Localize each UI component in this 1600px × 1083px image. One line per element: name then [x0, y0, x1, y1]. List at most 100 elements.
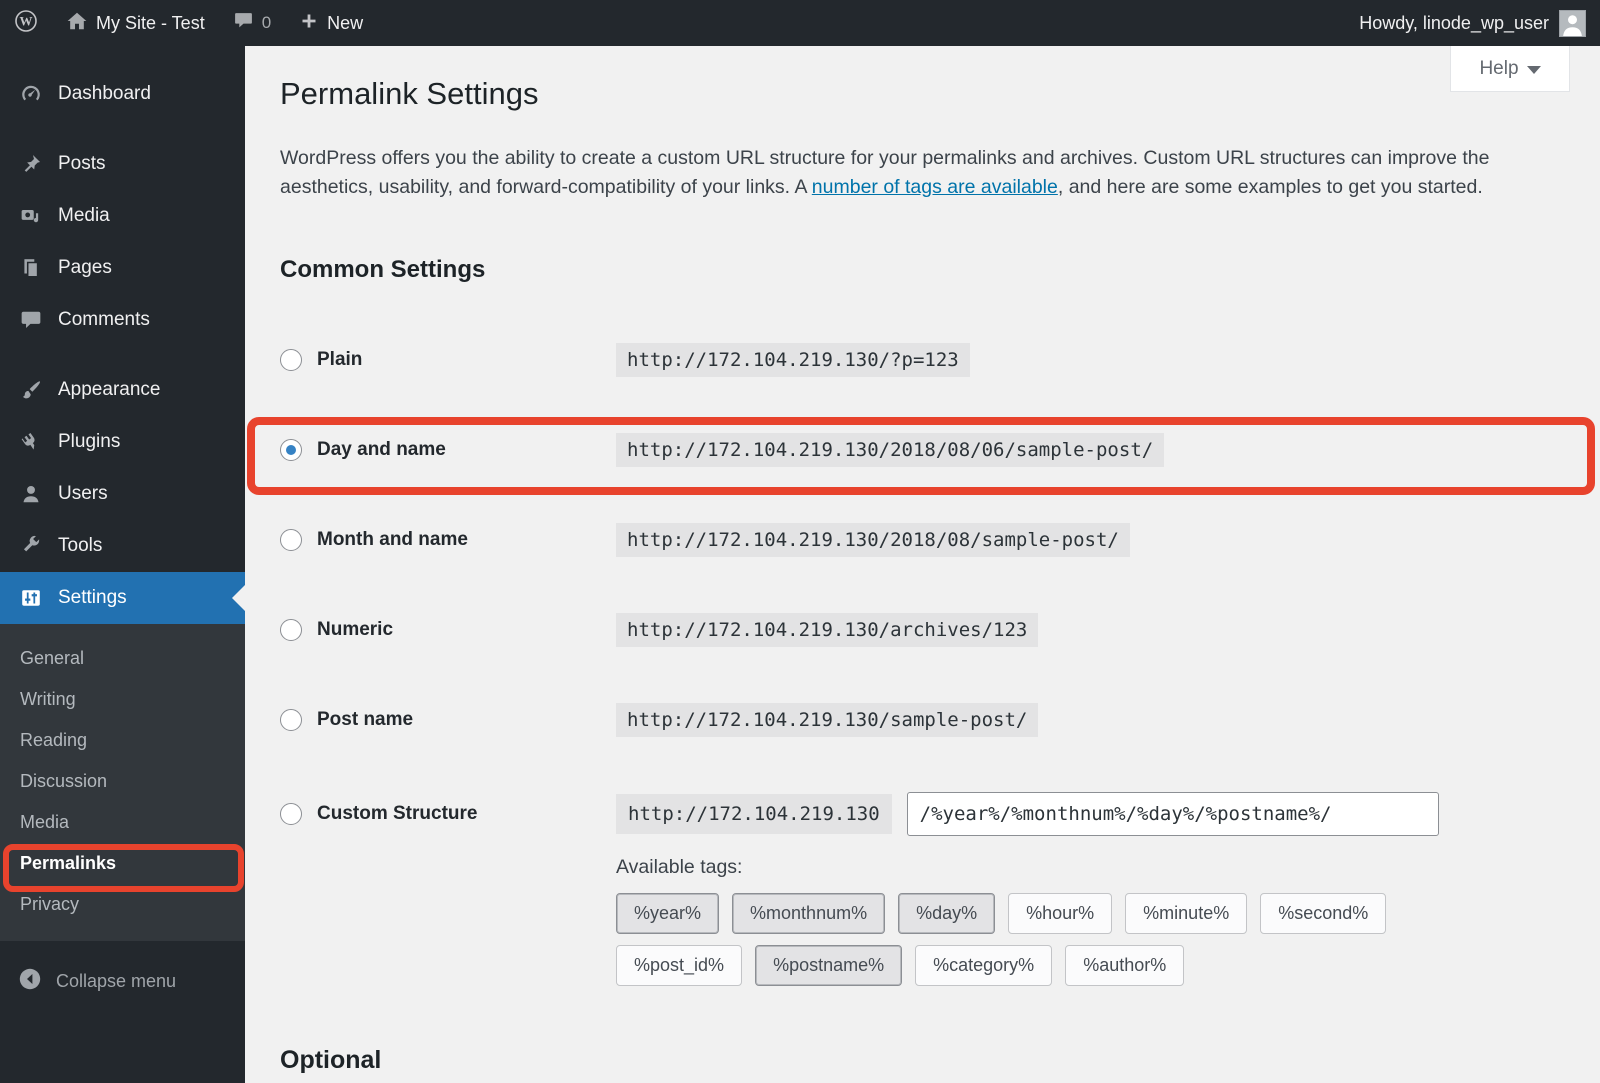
option-label: Day and name — [317, 439, 446, 460]
tag-button-monthnum[interactable]: %monthnum% — [732, 893, 886, 934]
sidebar-item-pages[interactable]: Pages — [0, 242, 245, 294]
admin-bar: W My Site - Test 0 New Howdy, linode_wp_… — [0, 0, 1600, 46]
current-menu-arrow — [232, 585, 245, 611]
comments-bubble-icon — [20, 309, 42, 331]
comment-bubble-icon — [233, 10, 254, 36]
svg-text:W: W — [20, 13, 33, 28]
tag-button-minute[interactable]: %minute% — [1125, 893, 1248, 934]
sidebar-item-label: Tools — [58, 535, 103, 556]
wordpress-logo-menu[interactable]: W — [0, 0, 52, 46]
collapse-menu-button[interactable]: Collapse menu — [0, 951, 245, 1012]
optional-heading: Optional — [280, 1046, 382, 1074]
option-url-example: http://172.104.219.130/2018/08/sample-po… — [616, 523, 1130, 557]
option-row-plain: Plain http://172.104.219.130/?p=123 — [280, 342, 1439, 378]
option-row-numeric: Numeric http://172.104.219.130/archives/… — [280, 612, 1439, 648]
howdy-user[interactable]: Howdy, linode_wp_user — [1359, 13, 1549, 34]
permalink-options: Plain http://172.104.219.130/?p=123 Day … — [280, 342, 1439, 986]
intro-paragraph: WordPress offers you the ability to crea… — [280, 144, 1548, 202]
sidebar-item-label: Dashboard — [58, 83, 151, 104]
sidebar-item-dashboard[interactable]: Dashboard — [0, 68, 245, 120]
sidebar-item-label: Settings — [58, 587, 127, 608]
tag-button-year[interactable]: %year% — [616, 893, 720, 934]
tag-button-category[interactable]: %category% — [915, 945, 1053, 986]
submenu-item-reading[interactable]: Reading — [0, 720, 245, 761]
main-content: Help Permalink Settings WordPress offers… — [245, 46, 1600, 1083]
sidebar-item-label: Comments — [58, 309, 150, 330]
custom-structure-value-col: http://172.104.219.130 Available tags: %… — [616, 792, 1439, 986]
option-row-post-name: Post name http://172.104.219.130/sample-… — [280, 702, 1439, 738]
submenu-item-discussion[interactable]: Discussion — [0, 761, 245, 802]
sidebar-item-posts[interactable]: Posts — [0, 138, 245, 190]
radio-month-and-name[interactable] — [280, 529, 302, 551]
option-row-day-and-name: Day and name http://172.104.219.130/2018… — [280, 432, 1439, 468]
option-url-example: http://172.104.219.130/2018/08/06/sample… — [616, 433, 1165, 467]
tag-button-author[interactable]: %author% — [1065, 945, 1185, 986]
available-tags-label: Available tags: — [616, 856, 743, 878]
sidebar-item-settings[interactable]: Settings — [0, 572, 245, 624]
sidebar-item-label: Pages — [58, 257, 112, 278]
dashboard-gauge-icon — [20, 83, 42, 105]
intro-text-after: , and here are some examples to get you … — [1057, 176, 1483, 198]
option-label: Month and name — [317, 529, 468, 550]
collapse-arrow-icon — [18, 967, 42, 996]
comment-count: 0 — [261, 13, 272, 32]
submenu-item-privacy[interactable]: Privacy — [0, 884, 245, 925]
option-label: Numeric — [317, 619, 394, 640]
new-menu[interactable]: New — [285, 0, 377, 46]
sidebar-item-label: Media — [58, 205, 110, 226]
tag-buttons-row-2: %post_id% %postname% %category% %author% — [616, 945, 1439, 986]
pushpin-icon — [20, 153, 42, 175]
radio-plain[interactable] — [280, 349, 302, 371]
tag-button-day[interactable]: %day% — [898, 893, 996, 934]
user-icon — [20, 483, 42, 505]
custom-structure-input[interactable] — [906, 792, 1439, 836]
option-label: Plain — [317, 349, 363, 370]
option-url-example: http://172.104.219.130/sample-post/ — [616, 703, 1039, 737]
option-row-custom-structure: Custom Structure http://172.104.219.130 … — [280, 792, 1439, 986]
option-url-example: http://172.104.219.130/archives/123 — [616, 613, 1039, 647]
help-dropdown-button[interactable]: Help — [1450, 46, 1570, 92]
tag-buttons-row-1: %year% %monthnum% %day% %hour% %minute% … — [616, 893, 1439, 934]
radio-custom-structure[interactable] — [280, 803, 302, 825]
help-label: Help — [1479, 57, 1519, 79]
option-label: Custom Structure — [317, 803, 478, 824]
sidebar-item-label: Plugins — [58, 431, 121, 452]
sidebar-item-users[interactable]: Users — [0, 468, 245, 520]
sidebar-item-media[interactable]: Media — [0, 190, 245, 242]
plus-icon — [299, 11, 319, 36]
sidebar-item-label: Posts — [58, 153, 106, 174]
tags-available-link[interactable]: number of tags are available — [812, 176, 1058, 198]
wrench-icon — [20, 535, 42, 557]
media-camera-icon — [20, 205, 42, 227]
avatar[interactable] — [1559, 9, 1586, 37]
sidebar-item-plugins[interactable]: Plugins — [0, 416, 245, 468]
tag-button-second[interactable]: %second% — [1260, 893, 1387, 934]
submenu-item-permalinks[interactable]: Permalinks — [0, 843, 245, 884]
submenu-item-writing[interactable]: Writing — [0, 679, 245, 720]
submenu-item-general[interactable]: General — [0, 638, 245, 679]
sidebar-item-tools[interactable]: Tools — [0, 520, 245, 572]
tag-button-hour[interactable]: %hour% — [1008, 893, 1113, 934]
sidebar-item-label: Appearance — [58, 379, 161, 400]
chevron-down-icon — [1526, 66, 1541, 74]
option-label: Post name — [317, 709, 414, 730]
page-title: Permalink Settings — [280, 76, 539, 111]
sidebar-item-appearance[interactable]: Appearance — [0, 364, 245, 416]
submenu-item-media[interactable]: Media — [0, 802, 245, 843]
custom-structure-url-prefix: http://172.104.219.130 — [616, 794, 892, 834]
tag-button-postname[interactable]: %postname% — [755, 945, 903, 986]
comments-menu[interactable]: 0 — [219, 0, 285, 46]
admin-sidebar: Dashboard Posts Media Pages Comments App… — [0, 46, 245, 1083]
option-row-month-and-name: Month and name http://172.104.219.130/20… — [280, 522, 1439, 558]
home-icon — [66, 10, 88, 37]
settings-submenu: General Writing Reading Discussion Media… — [0, 624, 245, 941]
tag-button-post-id[interactable]: %post_id% — [616, 945, 743, 986]
radio-numeric[interactable] — [280, 619, 302, 641]
sidebar-item-comments[interactable]: Comments — [0, 294, 245, 346]
sidebar-item-label: Users — [58, 483, 108, 504]
new-label: New — [327, 12, 364, 33]
radio-day-and-name[interactable] — [280, 439, 302, 461]
settings-sliders-icon — [20, 587, 42, 609]
site-name-menu[interactable]: My Site - Test — [52, 0, 219, 46]
radio-post-name[interactable] — [280, 709, 302, 731]
